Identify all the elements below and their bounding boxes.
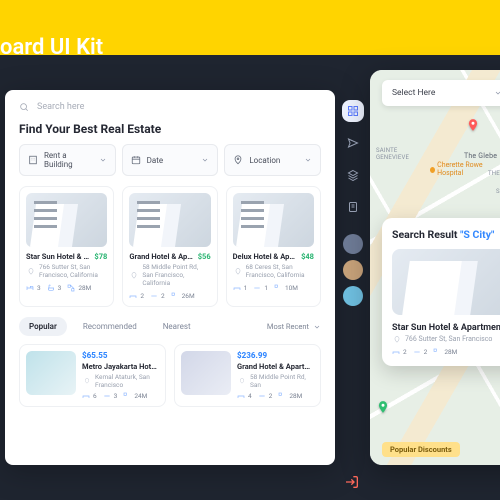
building-icon bbox=[28, 155, 38, 165]
send-icon bbox=[347, 137, 359, 149]
listing-name: Star Sun Hotel & Apartment bbox=[26, 252, 90, 261]
bed-icon bbox=[392, 348, 400, 356]
listing-thumb bbox=[233, 193, 314, 247]
document-icon bbox=[347, 201, 359, 213]
pin-icon bbox=[82, 378, 92, 384]
result-thumb bbox=[392, 249, 500, 315]
chevron-down-icon bbox=[304, 156, 312, 164]
bed-icon bbox=[26, 284, 34, 292]
area-icon bbox=[433, 348, 441, 356]
area-icon bbox=[274, 284, 282, 292]
page-title: oard UI Kit bbox=[0, 35, 103, 60]
popular-card[interactable]: $236.99 Grand Hotel & Apartment 58 Middl… bbox=[174, 344, 321, 407]
area-icon bbox=[67, 284, 75, 292]
area-icon bbox=[278, 392, 286, 400]
nav-rail bbox=[340, 100, 366, 306]
chevron-down-icon bbox=[494, 89, 500, 97]
popular-thumb bbox=[26, 351, 76, 395]
result-title: Search Result "S City" bbox=[392, 228, 500, 241]
bed-icon bbox=[129, 292, 137, 300]
nav-grid[interactable] bbox=[342, 100, 364, 122]
map-label: The Glebe bbox=[464, 152, 497, 160]
pin-icon bbox=[129, 272, 139, 279]
sort-dropdown[interactable]: Most Recent bbox=[267, 317, 321, 336]
bath-icon bbox=[258, 392, 266, 400]
pin-icon bbox=[392, 336, 402, 343]
listing-price: $78 bbox=[94, 252, 107, 261]
filter-location[interactable]: Location bbox=[224, 144, 321, 176]
map-label: SAINTE GENEVIEVE bbox=[376, 148, 428, 161]
map-pin[interactable] bbox=[466, 118, 480, 132]
bath-icon bbox=[47, 284, 55, 292]
bed-icon bbox=[82, 392, 90, 400]
filter-building[interactable]: Rent a Building bbox=[19, 144, 116, 176]
map-select[interactable]: Select Here bbox=[382, 80, 500, 106]
popular-thumb bbox=[181, 351, 231, 395]
promo-badge[interactable]: Popular Discounts bbox=[382, 442, 460, 457]
grid-icon bbox=[347, 105, 359, 117]
result-name: Star Sun Hotel & Apartment bbox=[392, 323, 500, 333]
search-icon bbox=[19, 102, 29, 112]
bath-icon bbox=[150, 292, 158, 300]
layers-icon bbox=[347, 169, 359, 181]
avatar[interactable] bbox=[343, 286, 363, 306]
pin-icon bbox=[26, 268, 36, 275]
bed-icon bbox=[233, 284, 241, 292]
tab-recommended[interactable]: Recommended bbox=[73, 317, 147, 336]
chevron-down-icon bbox=[201, 156, 209, 164]
search-input[interactable]: Search here bbox=[37, 102, 84, 112]
chevron-down-icon bbox=[99, 156, 107, 164]
bath-icon bbox=[103, 392, 111, 400]
section-heading: Find Your Best Real Estate bbox=[19, 122, 321, 136]
listing-card[interactable]: Star Sun Hotel & Apartment$78 766 Sutter… bbox=[19, 186, 114, 307]
nav-doc[interactable] bbox=[342, 196, 364, 218]
filter-date[interactable]: Date bbox=[122, 144, 219, 176]
tab-popular[interactable]: Popular bbox=[19, 317, 67, 336]
map-poi[interactable]: Cherette Rowe Hospital bbox=[430, 162, 500, 177]
pin-icon bbox=[237, 378, 247, 384]
exit-button[interactable] bbox=[344, 474, 360, 490]
listing-row: Star Sun Hotel & Apartment$78 766 Sutter… bbox=[19, 186, 321, 307]
popular-price: $65.55 bbox=[82, 351, 159, 360]
bath-icon bbox=[413, 348, 421, 356]
avatar[interactable] bbox=[343, 234, 363, 254]
bath-icon bbox=[253, 284, 261, 292]
map-pin[interactable] bbox=[376, 400, 390, 414]
search-result-card: Search Result "S City" Star Sun Hotel & … bbox=[382, 218, 500, 366]
listing-card[interactable]: Delux Hotel & Apartment$48 68 Ceres St, … bbox=[226, 186, 321, 307]
bed-icon bbox=[237, 392, 245, 400]
calendar-icon bbox=[131, 155, 141, 165]
pin-icon bbox=[233, 268, 243, 275]
popular-card[interactable]: $65.55 Metro Jayakarta Hotel & Spa Kemal… bbox=[19, 344, 166, 407]
avatar[interactable] bbox=[343, 260, 363, 280]
pin-icon bbox=[233, 155, 243, 165]
tab-nearest[interactable]: Nearest bbox=[153, 317, 201, 336]
area-icon bbox=[123, 392, 131, 400]
nav-layers[interactable] bbox=[342, 164, 364, 186]
area-icon bbox=[171, 292, 179, 300]
listing-card[interactable]: Grand Hotel & Apartment$56 58 Middle Poi… bbox=[122, 186, 217, 307]
map-label: Salters bbox=[496, 188, 500, 195]
listing-thumb bbox=[129, 193, 210, 247]
listing-thumb bbox=[26, 193, 107, 247]
map-panel: The Glebe THE VALLEY Salters SAINTE GENE… bbox=[370, 70, 500, 465]
nav-send[interactable] bbox=[342, 132, 364, 154]
logout-icon bbox=[344, 474, 360, 490]
chevron-down-icon bbox=[313, 323, 321, 331]
dashboard-panel: Search here Find Your Best Real Estate R… bbox=[5, 90, 335, 465]
